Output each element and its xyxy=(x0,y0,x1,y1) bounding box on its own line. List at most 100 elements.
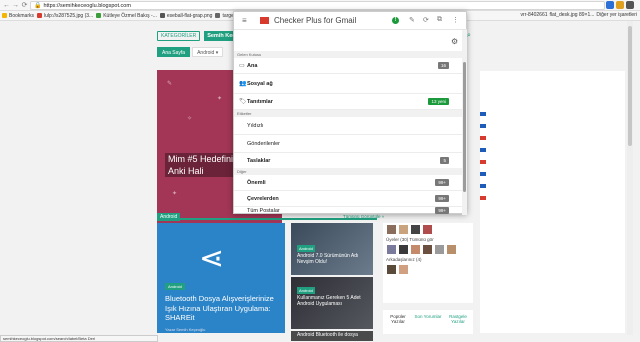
section-header-other: Diğer xyxy=(234,168,467,175)
section-label[interactable]: Android xyxy=(157,213,181,221)
label-row-tanitimlar[interactable]: 🏷 Tanıtımlar 13 yeni xyxy=(234,94,462,110)
tab-random-posts[interactable]: Rastgele Yazılar xyxy=(443,310,473,334)
bookmark-favicon-icon xyxy=(37,13,43,18)
popup-title: Checker Plus for Gmail xyxy=(274,16,357,25)
label-name: Sosyal ağ xyxy=(247,80,273,87)
label-row-tum[interactable]: Tüm Postalar 99+ xyxy=(234,207,462,214)
avatar[interactable] xyxy=(447,245,456,254)
popup-scrollbar[interactable] xyxy=(462,30,467,215)
info-icon[interactable]: ! xyxy=(392,17,399,24)
unread-count-badge: 16 xyxy=(437,62,449,69)
more-icon[interactable]: ⋮ xyxy=(452,16,459,24)
avatar-grid xyxy=(383,243,473,256)
avatar[interactable] xyxy=(435,245,444,254)
flag-icon[interactable] xyxy=(480,160,486,164)
extension-icon[interactable] xyxy=(616,1,624,9)
search-icon[interactable]: ⌕ xyxy=(467,32,474,39)
avatar[interactable] xyxy=(423,245,432,254)
members-heading[interactable]: Üyeler (30) Tümünü gör xyxy=(383,236,473,243)
flag-icon[interactable] xyxy=(480,196,486,200)
bookmark-item[interactable]: Bookmarks xyxy=(2,13,34,19)
back-icon[interactable]: ← xyxy=(2,1,11,10)
post-card[interactable]: Android Bluetooth ile dosya xyxy=(291,331,373,341)
categories-menu-button[interactable]: KATEGORİLER xyxy=(157,31,201,41)
avatar[interactable] xyxy=(399,225,408,234)
unread-count-badge: 5 xyxy=(440,157,449,164)
post-card[interactable]: Android Android 7.0 Sürümünün Adı Nevşim… xyxy=(291,223,373,275)
hamburger-menu-icon[interactable]: ≡ xyxy=(242,16,247,25)
avatar[interactable] xyxy=(411,225,420,234)
post-title[interactable]: Kullanmanız Gereken 5 Adet Android Uygul… xyxy=(297,295,369,307)
flag-icon[interactable] xyxy=(480,184,486,188)
status-bar: semihkeceoglu.blogspot.com/search/label/… xyxy=(0,335,158,342)
url-text: https://semihkeceoglu.blogspot.com xyxy=(43,2,131,9)
reload-icon[interactable]: ⟳ xyxy=(20,1,29,10)
scrollbar-thumb[interactable] xyxy=(628,26,632,146)
avatar[interactable] xyxy=(399,265,408,274)
label-row-yildizli[interactable]: Yıldızlı xyxy=(234,117,462,135)
post-category-badge[interactable]: Android xyxy=(297,287,315,294)
scrollbar-thumb[interactable] xyxy=(463,62,466,192)
post-category-badge[interactable]: Android xyxy=(297,245,315,252)
flag-icon[interactable] xyxy=(480,112,486,116)
bookmark-item[interactable]: flat_desk.jpg 89×1... xyxy=(550,12,595,18)
post-title[interactable]: Android 7.0 Sürümünün Adı Nevşim Oldu! xyxy=(297,253,369,265)
star-icon: ✧ xyxy=(187,116,193,122)
flag-icon[interactable] xyxy=(480,148,486,152)
post-title[interactable]: Android Bluetooth ile dosya xyxy=(297,332,369,338)
sidebar-panel xyxy=(480,203,625,333)
unread-count-badge: 99+ xyxy=(435,179,449,186)
forward-icon[interactable]: → xyxy=(11,1,20,10)
new-count-badge: 13 yeni xyxy=(428,98,449,105)
label-row-gonderilenler[interactable]: Gönderilenler xyxy=(234,135,462,153)
featured-post-card[interactable]: ⋖ Android Bluetooth Dosya Alışverişlerin… xyxy=(157,223,285,333)
address-bar-row: ← → ⟳ 🔒 https://semihkeceoglu.blogspot.c… xyxy=(0,0,640,11)
post-card[interactable]: Android Kullanmanız Gereken 5 Adet Andro… xyxy=(291,277,373,329)
avatar[interactable] xyxy=(387,225,396,234)
page-scrollbar[interactable] xyxy=(627,21,633,335)
label-row-onemli[interactable]: Önemli 99+ xyxy=(234,175,462,191)
label-name: Tüm Postalar xyxy=(247,207,280,214)
extension-icon[interactable] xyxy=(606,1,614,9)
label-name: Gönderilenler xyxy=(247,140,281,147)
flag-icon[interactable] xyxy=(480,172,486,176)
label-row-sosyal[interactable]: 👥 Sosyal ağ xyxy=(234,74,462,94)
friends-heading[interactable]: Arkadaşlarınız (4) xyxy=(383,256,473,263)
view-all-link[interactable]: Tümünü Görüntüle » xyxy=(343,214,384,219)
tab-popular-posts[interactable]: Popüler Yazılar xyxy=(383,310,413,334)
avatar[interactable] xyxy=(411,245,420,254)
bookmark-item[interactable]: eseball-flat-grap.png xyxy=(159,13,212,19)
share-icon: ⋖ xyxy=(199,242,225,275)
post-author: Yazar Semih Keçeoğlu xyxy=(165,327,206,332)
open-in-tab-icon[interactable]: ⧉ xyxy=(437,16,442,24)
flag-icon[interactable] xyxy=(480,124,486,128)
popup-header: ≡ Checker Plus for Gmail ! ✎ ⟳ ⧉ ⋮ xyxy=(234,12,467,30)
refresh-icon[interactable]: ⟳ xyxy=(423,16,429,24)
avatar[interactable] xyxy=(387,265,396,274)
bookmark-item[interactable]: vrr-8402661 xyxy=(521,12,548,18)
label-name: Çevrelerden xyxy=(247,195,279,202)
label-row-cevrelerden[interactable]: Çevrelerden 99+ xyxy=(234,191,462,207)
tab-recent-comments[interactable]: Son Yorumlar xyxy=(413,310,443,334)
other-bookmarks[interactable]: Diğer yer işaretleri xyxy=(596,12,637,18)
label-row-ana[interactable]: ▭ Ana 16 xyxy=(234,58,462,74)
avatar[interactable] xyxy=(399,245,408,254)
label-row-taslaklar[interactable]: Taslaklar 5 xyxy=(234,153,462,169)
avatar[interactable] xyxy=(387,245,396,254)
browser-menu-icon[interactable] xyxy=(626,1,634,9)
label-name: Önemli xyxy=(247,179,266,186)
tab-home[interactable]: Ana Sayfa xyxy=(157,47,191,57)
bookmark-item[interactable]: lulp://s287525.jpg (3... xyxy=(37,13,93,19)
compose-icon[interactable]: ✎ xyxy=(409,16,415,24)
post-title[interactable]: Bluetooth Dosya Alışverişlerinize Işık H… xyxy=(165,294,283,323)
tab-android[interactable]: Android ▾ xyxy=(192,47,224,57)
avatar[interactable] xyxy=(423,225,432,234)
bookmarks-right: vrr-8402661 flat_desk.jpg 89×1... Diğer … xyxy=(521,12,637,18)
bookmark-favicon-icon xyxy=(159,13,165,18)
gear-icon[interactable]: ⚙ xyxy=(451,37,458,46)
gmail-icon xyxy=(260,17,269,24)
bookmark-item[interactable]: Kütleye Özmel Bakış -... xyxy=(96,13,157,19)
url-input[interactable]: 🔒 https://semihkeceoglu.blogspot.com xyxy=(30,1,605,10)
flag-icon[interactable] xyxy=(480,136,486,140)
post-category-badge[interactable]: Android xyxy=(165,283,185,290)
